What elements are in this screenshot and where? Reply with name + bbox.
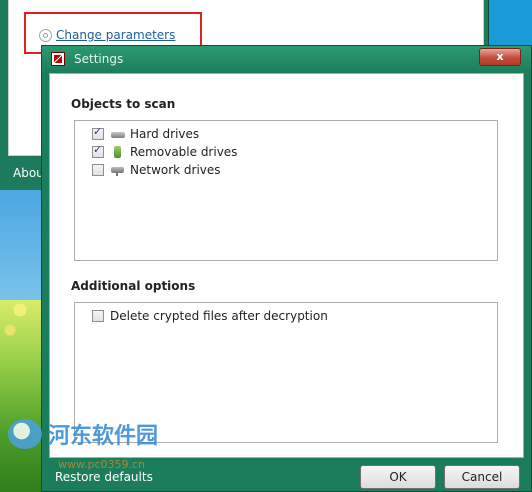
network-drives-checkbox[interactable] [92,164,104,176]
removable-drive-icon [110,146,126,158]
watermark-logo-icon [8,419,42,449]
watermark: 河东软件园 [8,418,158,450]
about-tab[interactable]: Abou [13,166,44,180]
delete-crypted-checkbox[interactable] [92,310,104,322]
dialog-title: Settings [74,52,124,66]
hard-drives-checkbox[interactable] [92,125,104,140]
close-button[interactable]: x [479,48,521,66]
app-icon [51,52,65,66]
hard-drive-icon [110,128,126,140]
object-label: Removable drives [130,145,238,159]
object-row-network-drives[interactable]: Network drives [92,161,221,179]
additional-section-title: Additional options [71,279,196,293]
removable-drives-checkbox[interactable] [92,143,104,158]
dialog-titlebar[interactable]: Settings x [42,46,531,73]
object-row-removable-drives[interactable]: Removable drives [92,143,237,161]
dialog-client-area: Objects to scan Hard drives Removable dr… [49,73,524,458]
restore-defaults-link[interactable]: Restore defaults [55,470,153,484]
cancel-button[interactable]: Cancel [444,465,520,489]
option-row-delete-crypted[interactable]: Delete crypted files after decryption [92,307,328,325]
watermark-url: www.pc0359.cn [58,458,146,471]
option-label: Delete crypted files after decryption [110,309,328,323]
object-row-hard-drives[interactable]: Hard drives [92,125,199,143]
close-icon: x [496,50,504,63]
object-label: Network drives [130,163,221,177]
network-drive-icon [110,164,126,176]
desktop-strip [488,0,532,45]
ok-button[interactable]: OK [360,465,436,489]
objects-listbox[interactable]: Hard drives Removable drives Network dri… [74,120,498,261]
watermark-text: 河东软件园 [48,423,159,449]
objects-section-title: Objects to scan [71,97,176,111]
object-label: Hard drives [130,127,200,141]
